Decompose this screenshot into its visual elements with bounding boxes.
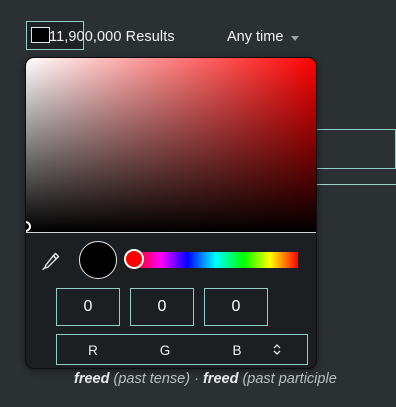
color-picker-popup: R G B bbox=[25, 57, 317, 369]
snippet-note-2: (past participle bbox=[238, 371, 337, 387]
snippet-note-1: (past tense) bbox=[109, 371, 195, 387]
chevron-updown-icon bbox=[272, 342, 282, 357]
green-channel-input[interactable] bbox=[130, 288, 194, 326]
snippet-word-1: freed bbox=[74, 371, 110, 387]
mode-label-r: R bbox=[88, 343, 98, 358]
blue-channel-input[interactable] bbox=[204, 288, 268, 326]
saturation-brightness-area[interactable] bbox=[26, 58, 316, 232]
background-divider bbox=[316, 184, 396, 185]
hue-slider-handle[interactable] bbox=[124, 249, 144, 269]
hue-slider[interactable] bbox=[133, 252, 298, 268]
mode-label-b: B bbox=[232, 343, 242, 358]
snippet-word-2: freed bbox=[202, 371, 239, 387]
caret-down-icon bbox=[291, 35, 300, 41]
results-count: 11,900,000 Results bbox=[49, 29, 175, 45]
mode-label-g: G bbox=[159, 343, 171, 358]
color-mode-select[interactable]: R G B bbox=[56, 334, 308, 365]
background-card bbox=[316, 129, 396, 169]
eyedropper-icon[interactable] bbox=[40, 250, 62, 272]
time-filter-dropdown[interactable]: Any time bbox=[227, 29, 300, 45]
color-preview bbox=[79, 241, 117, 279]
definition-snippet: freed (past tense) · freed (past partici… bbox=[74, 371, 337, 387]
time-filter-label: Any time bbox=[227, 29, 284, 45]
picker-divider bbox=[26, 232, 316, 233]
snippet-separator: · bbox=[194, 371, 199, 387]
red-channel-input[interactable] bbox=[56, 288, 120, 326]
color-swatch bbox=[31, 27, 50, 43]
page: 11,900,000 Results Any time R G B bbox=[0, 0, 396, 407]
